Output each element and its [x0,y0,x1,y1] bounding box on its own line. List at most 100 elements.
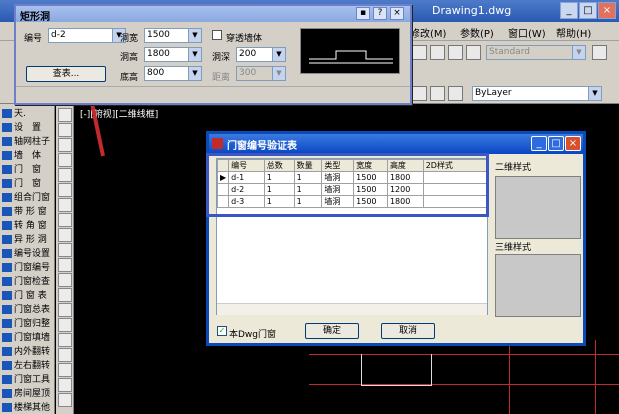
panel-item[interactable]: 门 窗 表 [2,288,54,301]
panel-item-label: 门窗检查 [14,277,51,287]
menu-help[interactable]: 帮助(H) [556,25,591,40]
panel-item-label: 左右翻转 [14,361,51,371]
tool-icon[interactable] [412,45,427,60]
draw-tool-icon[interactable] [58,273,72,287]
tool-icon[interactable] [412,86,427,101]
draw-tool-icon[interactable] [58,198,72,212]
close-icon[interactable]: × [390,7,404,20]
draw-tool-icon[interactable] [58,333,72,347]
distance-combo[interactable]: 300 ▼ [236,66,286,81]
wall-line [595,340,596,414]
panel-item[interactable]: 内外翻转 [2,344,54,357]
sill-combo[interactable]: 800 ▼ [144,66,202,81]
panel-item-icon [2,347,12,356]
layer-select[interactable]: ByLayer ▼ [472,86,602,101]
panel-item-icon [2,319,12,328]
draw-tool-icon[interactable] [58,168,72,182]
maximize-icon[interactable]: □ [548,136,564,151]
panel-item[interactable]: 门窗检查 [2,274,54,287]
panel-item[interactable]: 门窗工具 [2,372,54,385]
ok-button[interactable]: 确定 [305,323,359,339]
number-combo[interactable]: d-2 ▼ [48,28,126,43]
panel-item-icon [2,137,12,146]
panel-item[interactable]: 编号设置 [2,246,54,259]
dwg-only-checkbox[interactable]: ✓ [217,326,227,336]
palette-title: 矩形洞 [20,12,50,23]
panel-item-icon [2,249,12,258]
panel-item[interactable]: 组合门窗 [2,190,54,203]
distance-label: 距离 [212,73,231,83]
panel-item-label: 门窗填墙 [14,333,51,343]
panel-item[interactable]: 门窗归整 [2,316,54,329]
panel-item[interactable]: 左右翻转 [2,358,54,371]
cancel-button[interactable]: 取消 [381,323,435,339]
minimize-icon[interactable]: _ [560,2,578,19]
close-icon[interactable]: × [598,2,616,19]
draw-tool-icon[interactable] [58,363,72,377]
maximize-icon[interactable]: □ [579,2,597,19]
style-2d-preview [495,176,581,239]
panel-item-label: 天. [14,109,26,119]
wall-line [509,340,510,414]
draw-tool-icon[interactable] [58,243,72,257]
panel-item-icon [2,403,12,412]
minimize-icon[interactable]: _ [531,136,547,151]
panel-item-icon [2,221,12,230]
draw-tool-icon[interactable] [58,303,72,317]
panel-item[interactable]: 转 角 窗 [2,218,54,231]
panel-item-label: 房间屋顶 [14,389,51,399]
menu-window[interactable]: 窗口(W) [508,25,546,40]
horizontal-scrollbar[interactable] [217,303,487,315]
panel-item-label: 设 置 [14,123,42,133]
draw-tool-icon[interactable] [58,393,72,407]
height-combo[interactable]: 1800 ▼ [144,47,202,62]
panel-item-icon [2,305,12,314]
panel-item-label: 内外翻转 [14,347,51,357]
panel-item-label: 编号设置 [14,249,51,259]
menu-modify[interactable]: 修改(M) [410,25,446,40]
tool-icon[interactable] [430,86,445,101]
wall-line [309,384,619,385]
depth-combo[interactable]: 200 ▼ [236,47,286,62]
panel-item[interactable]: 带 形 窗 [2,204,54,217]
draw-tool-icon[interactable] [58,258,72,272]
palette-title-bar[interactable]: 矩形洞 ▪ ? × [16,6,410,23]
panel-item[interactable]: 墙 体 [2,148,54,161]
draw-tool-icon[interactable] [58,288,72,302]
panel-item[interactable]: 楼梯其他 [2,400,54,413]
panel-item[interactable]: 设 置 [2,120,54,133]
panel-item[interactable]: 门窗总表 [2,302,54,315]
style-3d-preview [495,254,581,317]
draw-tool-icon[interactable] [58,228,72,242]
through-wall-checkbox[interactable] [212,30,222,40]
panel-item[interactable]: 门 窗 [2,176,54,189]
panel-item-icon [2,151,12,160]
lookup-button[interactable]: 查表... [26,66,106,82]
panel-item[interactable]: 天. [2,106,54,119]
panel-item-label: 组合门窗 [14,193,51,203]
pin-icon[interactable]: ▪ [356,7,370,20]
tool-icon[interactable] [448,86,463,101]
panel-item[interactable]: 门 窗 [2,162,54,175]
draw-tool-icon[interactable] [58,213,72,227]
dialog-title-bar[interactable]: 门窗编号验证表 _ □ × [209,134,583,154]
tool-icon[interactable] [448,45,463,60]
close-icon[interactable]: × [565,136,581,151]
tool-icon[interactable] [430,45,445,60]
draw-tool-icon[interactable] [58,378,72,392]
help-icon[interactable]: ? [373,7,387,20]
panel-item-icon [2,207,12,216]
draw-tool-icon[interactable] [58,318,72,332]
tool-icon[interactable] [592,45,607,60]
panel-item[interactable]: 房间屋顶 [2,386,54,399]
width-combo[interactable]: 1500 ▼ [144,28,202,43]
panel-item[interactable]: 异 形 洞 [2,232,54,245]
draw-tool-icon[interactable] [58,183,72,197]
panel-item[interactable]: 门窗填墙 [2,330,54,343]
tool-icon[interactable] [466,45,481,60]
panel-item[interactable]: 门窗编号 [2,260,54,273]
panel-item[interactable]: 轴网柱子 [2,134,54,147]
menu-parameters[interactable]: 参数(P) [460,25,494,40]
text-style-select[interactable]: Standard ▼ [486,45,586,60]
draw-tool-icon[interactable] [58,348,72,362]
